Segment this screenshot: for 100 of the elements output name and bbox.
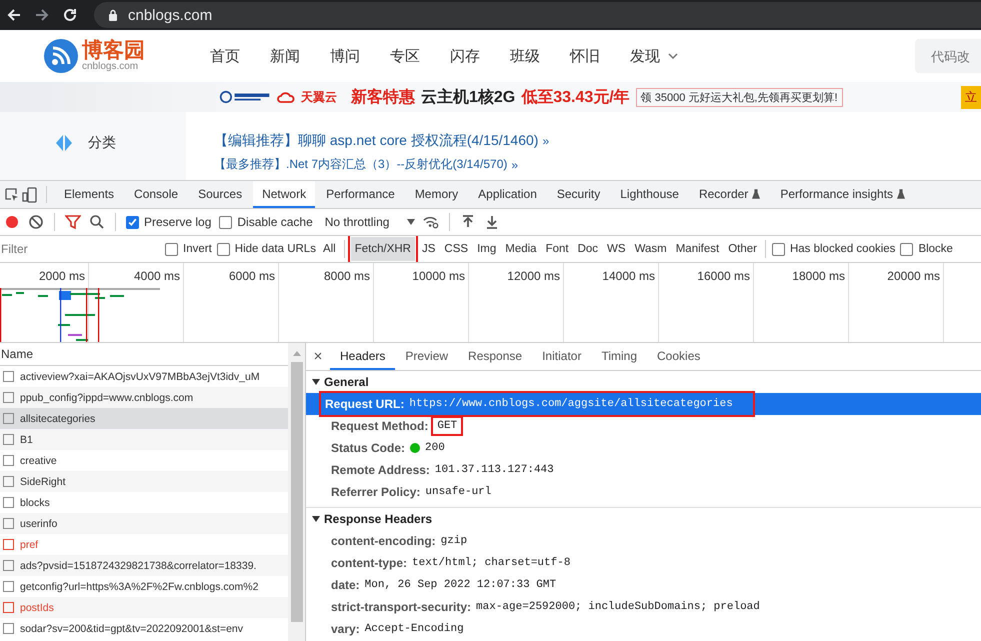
checkbox[interactable] xyxy=(219,216,232,228)
caret-icon[interactable] xyxy=(407,219,416,225)
devtools-tab[interactable]: Application xyxy=(469,181,546,208)
nav-link[interactable]: 首页 xyxy=(210,46,240,66)
details-tab[interactable]: Headers xyxy=(330,343,396,370)
chevron-down-icon[interactable] xyxy=(668,53,678,59)
banner-button[interactable]: 立 xyxy=(961,86,981,108)
record-icon[interactable] xyxy=(4,214,20,230)
tick-label: 12000 ms xyxy=(507,269,560,283)
devtools-tab[interactable]: Performance xyxy=(317,181,404,208)
type-filter[interactable]: All xyxy=(320,241,338,257)
request-row[interactable]: getconfig?url=https%3A%2F%2Fw.cnblogs.com%2 xyxy=(0,576,288,597)
request-row[interactable]: userinfo xyxy=(0,513,288,534)
type-filter[interactable]: Media xyxy=(503,241,539,257)
details-tab[interactable]: Response xyxy=(458,343,532,370)
inspect-icon[interactable] xyxy=(4,186,20,202)
scrollbar[interactable] xyxy=(288,343,306,641)
back-icon[interactable] xyxy=(6,7,22,23)
banner-gift: 领 35000 元好运大礼包,先领再买更划算! xyxy=(636,88,843,106)
request-row[interactable]: B1 xyxy=(0,429,288,450)
devtools-tab[interactable]: Console xyxy=(125,181,188,208)
devtools-tab[interactable]: Performance insights xyxy=(771,181,914,208)
nav-link[interactable]: 新闻 xyxy=(270,46,300,66)
type-filter[interactable]: Other xyxy=(726,241,759,257)
header-row[interactable]: strict-transport-security: max-age=2592000; includeSubDomains; preload xyxy=(306,596,981,618)
sidebar-item[interactable]: 分类 xyxy=(88,134,116,152)
nav-link[interactable]: 专区 xyxy=(390,46,420,66)
nav-link[interactable]: 怀旧 xyxy=(570,46,600,66)
tick-label: 16000 ms xyxy=(697,269,750,283)
type-filter[interactable]: JS xyxy=(420,241,438,257)
devtools-tab[interactable]: Security xyxy=(548,181,610,208)
type-filter[interactable]: Manifest xyxy=(674,241,722,257)
checkbox[interactable] xyxy=(900,242,914,256)
request-row[interactable]: activeview?xai=AKAOjsvUxV97MBbA3ejVt3idv_uM xyxy=(0,366,288,387)
search-field[interactable]: 代码改 xyxy=(915,39,981,73)
checkbox[interactable] xyxy=(126,216,139,228)
checkbox-label: Hide data URLs xyxy=(234,243,316,255)
devtools-tab[interactable]: Memory xyxy=(406,181,468,208)
header-name: content-type: xyxy=(331,556,407,570)
type-filter[interactable]: Wasm xyxy=(632,241,669,257)
type-filter[interactable]: Font xyxy=(544,241,571,257)
details-tab[interactable]: Initiator xyxy=(532,343,592,370)
more-link[interactable]: » xyxy=(542,134,550,148)
nav-link[interactable]: 发现 xyxy=(630,46,660,66)
type-filter[interactable]: WS xyxy=(605,241,628,257)
header-row[interactable]: Status Code: 200 xyxy=(306,437,981,459)
header-row[interactable]: content-encoding: gzip xyxy=(306,530,981,552)
nav-link[interactable]: 博问 xyxy=(330,46,360,66)
devtools-tab[interactable]: Recorder xyxy=(690,181,770,208)
request-row[interactable]: sodar?sv=200&tid=gpt&tv=2022092001&st=env xyxy=(0,618,288,639)
throttling-dropdown[interactable]: No throttling xyxy=(324,215,390,229)
devtools-tab[interactable]: Lighthouse xyxy=(611,181,688,208)
type-filter[interactable]: Img xyxy=(475,241,498,257)
checkbox[interactable] xyxy=(216,242,230,256)
news-link[interactable]: 【最多推荐】.Net 7内容汇总（3）--反射优化(3/14/570) xyxy=(214,156,508,173)
header-row[interactable]: vary: Accept-Encoding xyxy=(306,618,981,640)
checkbox[interactable] xyxy=(165,242,178,256)
device-icon[interactable] xyxy=(22,186,38,202)
news-link[interactable]: 【编辑推荐】聊聊 asp.net core 授权流程(4/15/1460) xyxy=(214,132,538,150)
header-row[interactable]: Request URL: https://www.cnblogs.com/aggsite/allsitecategories xyxy=(306,393,981,415)
devtools-tab[interactable]: Network xyxy=(253,181,316,208)
request-row[interactable]: blocks xyxy=(0,492,288,513)
address-bar[interactable]: cnblogs.com xyxy=(94,2,981,28)
request-row[interactable]: creative xyxy=(0,450,288,471)
header-row[interactable]: Referrer Policy: unsafe-url xyxy=(306,481,981,503)
expand-triangle-icon[interactable] xyxy=(312,515,320,523)
details-tab[interactable]: Timing xyxy=(591,343,648,370)
header-row[interactable]: Request Method: GET xyxy=(306,415,981,437)
header-row[interactable]: content-type: text/html; charset=utf-8 xyxy=(306,552,981,574)
devtools-tab[interactable]: Elements xyxy=(55,181,124,208)
header-row[interactable]: date: Mon, 26 Sep 2022 12:07:33 GMT xyxy=(306,574,981,596)
request-row[interactable]: postIds xyxy=(0,597,288,618)
type-filter[interactable]: Fetch/XHR xyxy=(350,237,415,261)
nav-link[interactable]: 班级 xyxy=(510,46,540,66)
column-header[interactable]: Name xyxy=(1,347,34,361)
details-tab[interactable]: Cookies xyxy=(647,343,710,370)
devtools-tab[interactable]: Sources xyxy=(189,181,252,208)
type-filter[interactable]: CSS xyxy=(442,241,470,257)
request-row[interactable]: ppub_config?ippd=www.cnblogs.com xyxy=(0,387,288,408)
request-row[interactable]: pref xyxy=(0,534,288,555)
reload-icon[interactable] xyxy=(62,7,78,23)
filter-icon[interactable] xyxy=(65,214,81,230)
forward-icon[interactable] xyxy=(34,7,50,23)
network-conditions-icon[interactable] xyxy=(423,214,440,230)
request-row[interactable]: allsitecategories xyxy=(0,408,288,429)
checkbox-label: Blocke xyxy=(918,243,953,255)
type-filter[interactable]: Doc xyxy=(576,241,600,257)
header-row[interactable]: Remote Address: 101.37.113.127:443 xyxy=(306,459,981,481)
more-link[interactable]: » xyxy=(511,158,518,172)
nav-link[interactable]: 闪存 xyxy=(450,46,480,66)
close-icon[interactable]: × xyxy=(306,343,330,370)
expand-triangle-icon[interactable] xyxy=(312,378,320,386)
header-name: Request URL: xyxy=(325,397,404,411)
request-row[interactable]: ads?pvsid=1518724329821738&correlator=18339. xyxy=(0,555,288,576)
checkbox[interactable] xyxy=(772,242,785,256)
clear-icon[interactable] xyxy=(28,214,44,230)
request-row[interactable]: SideRight xyxy=(0,471,288,492)
search-icon[interactable] xyxy=(89,214,105,230)
ad-banner[interactable]: 天翼云 新客特惠 云主机1核2G 低至33.43元/年 领 35000 元好运大礼包,先领再买更划算! 立 xyxy=(0,82,981,112)
details-tab[interactable]: Preview xyxy=(395,343,458,370)
